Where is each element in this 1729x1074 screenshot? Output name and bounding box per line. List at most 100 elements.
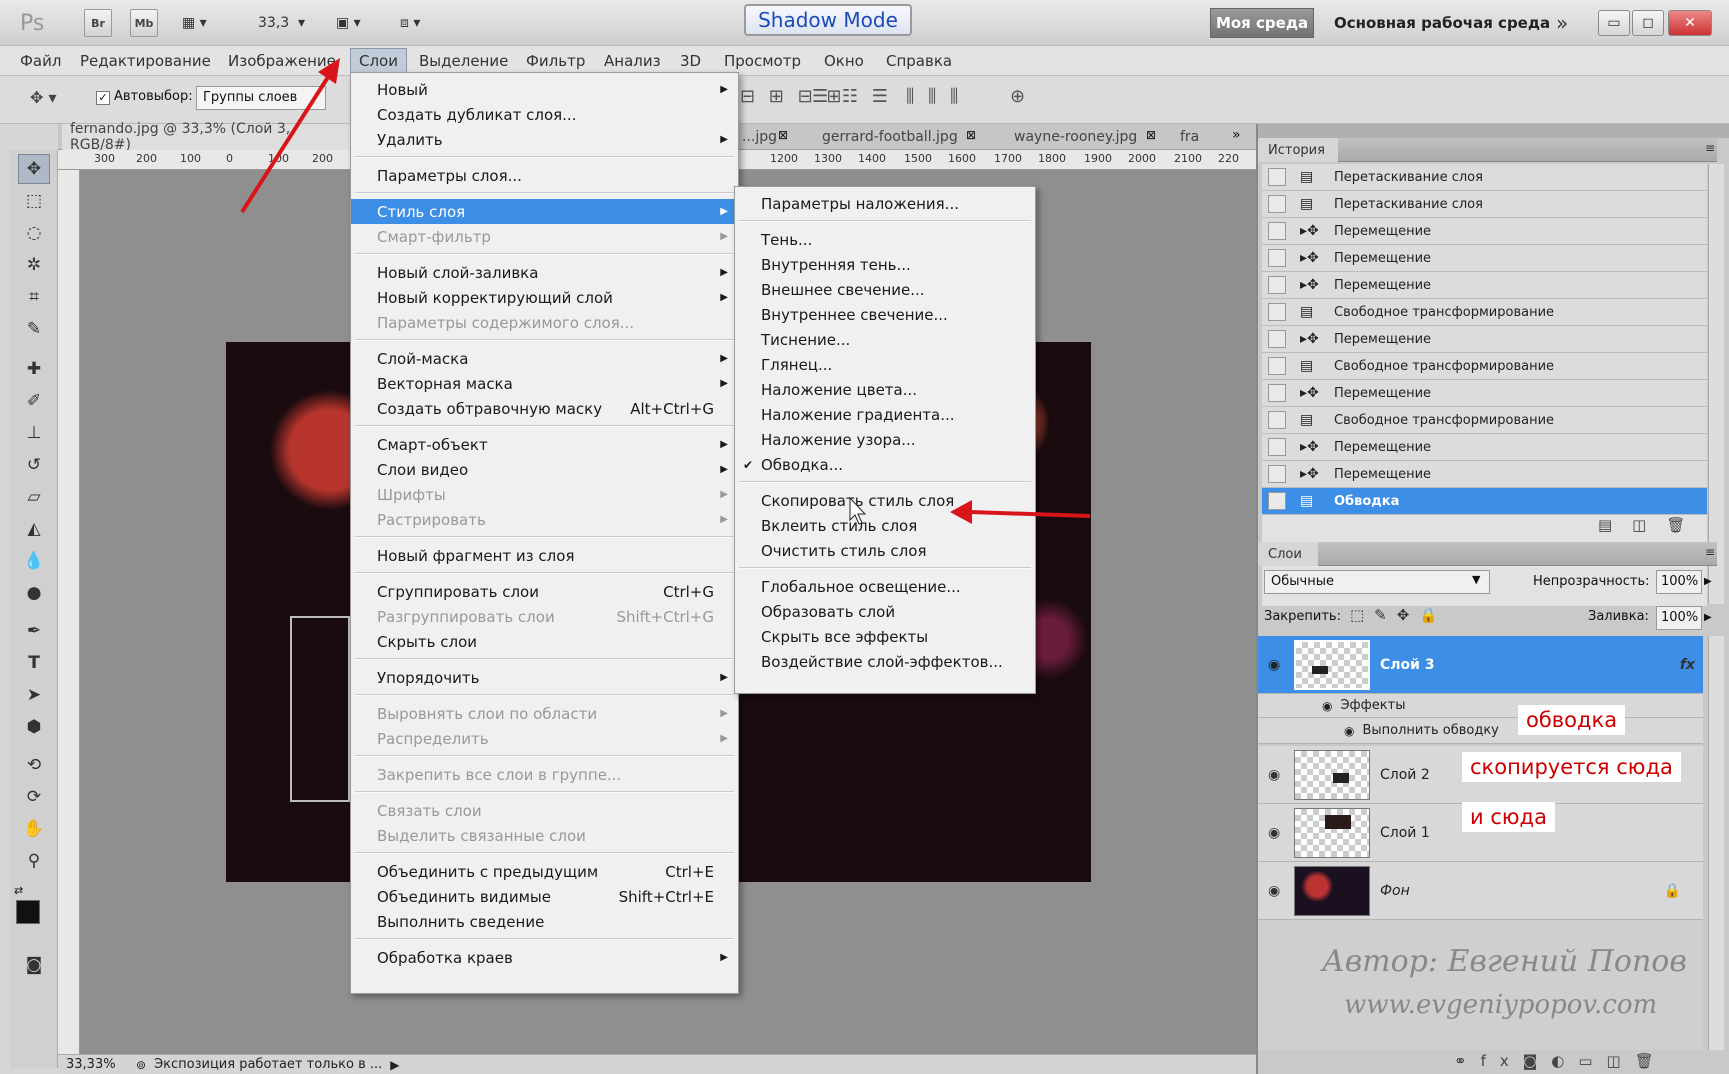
- menu-file[interactable]: Файл: [20, 46, 61, 76]
- style-menu-item[interactable]: Внутренняя тень...: [735, 252, 1035, 277]
- history-actions-icons[interactable]: ▤◫🗑: [1598, 516, 1705, 534]
- history-item[interactable]: ▤ Свободное трансформирование: [1262, 353, 1707, 380]
- paint-bucket-icon[interactable]: ◭: [18, 514, 50, 544]
- distribute-horizontal-icons[interactable]: ⫼ ⫼ ⫼: [906, 86, 962, 107]
- layers-footer-icons[interactable]: ⚭fx◙◐▭◫🗑: [1454, 1052, 1668, 1070]
- layer-menu-item[interactable]: Слой-маска ▶: [351, 346, 738, 371]
- layer-menu-item[interactable]: Объединить с предыдущим Ctrl+E: [351, 859, 738, 884]
- history-item[interactable]: ▤ Перетаскивание слоя: [1262, 164, 1707, 191]
- stamp-tool-icon[interactable]: ⊥: [18, 418, 50, 448]
- swap-colors-icon[interactable]: ⇄: [14, 884, 23, 897]
- tab-fernando[interactable]: fernando.jpg @ 33,3% (Слой 3, RGB/8#): [62, 121, 352, 153]
- workspace-more-icon[interactable]: »: [1556, 9, 1568, 37]
- eye-icon[interactable]: ◉: [1344, 724, 1354, 738]
- opacity-field[interactable]: 100%: [1656, 570, 1702, 594]
- layer-menu-item[interactable]: Объединить видимые Shift+Ctrl+E: [351, 884, 738, 909]
- move-tool-preset-icon[interactable]: ✥ ▾: [30, 88, 57, 107]
- history-snapshot-box[interactable]: [1268, 492, 1286, 510]
- history-item[interactable]: ▤ Свободное трансформирование: [1262, 299, 1707, 326]
- auto-align-icon[interactable]: ⊕: [1010, 86, 1025, 107]
- history-item[interactable]: ▸✥ Перемещение: [1262, 434, 1707, 461]
- history-snapshot-box[interactable]: [1268, 222, 1286, 240]
- zoom-dropdown-icon[interactable]: ▾: [298, 9, 305, 37]
- style-menu-item[interactable]: Воздействие слой-эффектов...: [735, 649, 1035, 674]
- layer-menu-item[interactable]: Создать дубликат слоя...: [351, 102, 738, 127]
- style-menu-item[interactable]: Скопировать стиль слоя: [735, 488, 1035, 513]
- dodge-tool-icon[interactable]: ●: [18, 578, 50, 608]
- style-menu-item[interactable]: Образовать слой: [735, 599, 1035, 624]
- style-menu-item[interactable]: Наложение градиента...: [735, 402, 1035, 427]
- history-snapshot-box[interactable]: [1268, 438, 1286, 456]
- history-item[interactable]: ▤ Обводка: [1262, 488, 1707, 515]
- fx-icon[interactable]: fx: [1680, 657, 1695, 673]
- fill-field[interactable]: 100%: [1656, 606, 1702, 630]
- layer-row-background[interactable]: ◉ Фон 🔒: [1258, 862, 1703, 920]
- menu-layers[interactable]: Слои: [350, 48, 407, 74]
- tab-close-icon[interactable]: ⊠: [778, 128, 788, 142]
- style-menu-item[interactable]: Глянец...: [735, 352, 1035, 377]
- history-brush-icon[interactable]: ↺: [18, 450, 50, 480]
- marquee-tool-icon[interactable]: ⬚: [18, 186, 50, 216]
- style-menu-item[interactable]: Параметры наложения...: [735, 191, 1035, 216]
- history-snapshot-box[interactable]: [1268, 384, 1286, 402]
- workspace-essentials-button[interactable]: Основная рабочая среда: [1334, 8, 1550, 38]
- layer-row-3[interactable]: ◉ Слой 3 fx: [1258, 636, 1703, 694]
- layer-menu-item[interactable]: Параметры слоя...: [351, 163, 738, 188]
- layer-menu-item[interactable]: Смарт-объект ▶: [351, 432, 738, 457]
- history-snapshot-box[interactable]: [1268, 168, 1286, 186]
- screen-mode-icon[interactable]: ⧈ ▾: [400, 9, 420, 37]
- style-menu-item[interactable]: Наложение узора...: [735, 427, 1035, 452]
- distribute-icons[interactable]: ☰ ☷ ☰: [812, 86, 892, 107]
- layer-menu-item[interactable]: Выполнить сведение: [351, 909, 738, 934]
- shape-tool-icon[interactable]: ⬢: [18, 712, 50, 742]
- panel-menu-icon[interactable]: ≡: [1705, 545, 1715, 559]
- history-scrollbar[interactable]: [1708, 164, 1724, 604]
- foreground-color-swatch[interactable]: [16, 900, 40, 924]
- eraser-tool-icon[interactable]: ▱: [18, 482, 50, 512]
- history-item[interactable]: ▸✥ Перемещение: [1262, 461, 1707, 488]
- layer-menu-item[interactable]: Обработка краев ▶: [351, 945, 738, 970]
- view-extras-icon[interactable]: ▦ ▾: [182, 9, 207, 37]
- history-snapshot-box[interactable]: [1268, 411, 1286, 429]
- pen-tool-icon[interactable]: ✒: [18, 616, 50, 646]
- layer-menu-item[interactable]: Скрыть слои: [351, 629, 738, 654]
- layer-menu-item[interactable]: Новый фрагмент из слоя: [351, 543, 738, 568]
- style-menu-item[interactable]: Скрыть все эффекты: [735, 624, 1035, 649]
- layer-menu-item[interactable]: Удалить ▶: [351, 127, 738, 152]
- close-icon[interactable]: ✕: [1668, 10, 1712, 36]
- style-menu-item[interactable]: Наложение цвета...: [735, 377, 1035, 402]
- layers-scrollbar[interactable]: [1708, 636, 1724, 1050]
- eye-icon[interactable]: ◉: [1268, 767, 1280, 783]
- tab-layers[interactable]: Слои: [1258, 542, 1318, 566]
- layer-menu-item[interactable]: Создать обтравочную маску Alt+Ctrl+G: [351, 396, 738, 421]
- lasso-tool-icon[interactable]: ◌: [18, 218, 50, 248]
- layer-menu-item[interactable]: Новый ▶: [351, 77, 738, 102]
- history-snapshot-box[interactable]: [1268, 276, 1286, 294]
- move-tool-icon[interactable]: ✥: [18, 154, 50, 184]
- tabs-overflow-icon[interactable]: »: [1232, 127, 1241, 143]
- blend-mode-select[interactable]: Обычные: [1264, 570, 1490, 594]
- eye-icon[interactable]: ◉: [1268, 883, 1280, 899]
- style-menu-item[interactable]: Внешнее свечение...: [735, 277, 1035, 302]
- opacity-slider-icon[interactable]: ▶: [1704, 570, 1718, 594]
- layer-menu-item[interactable]: Слои видео ▶: [351, 457, 738, 482]
- path-selection-icon[interactable]: ➤: [18, 680, 50, 710]
- 3d-orbit-icon[interactable]: ⟳: [18, 782, 50, 812]
- lock-icons[interactable]: ⬚✎✥🔒: [1350, 606, 1448, 624]
- menu-window[interactable]: Окно: [824, 46, 864, 76]
- type-tool-icon[interactable]: T: [18, 648, 50, 678]
- history-item[interactable]: ▸✥ Перемещение: [1262, 218, 1707, 245]
- style-menu-item[interactable]: ✔ Обводка...: [735, 452, 1035, 477]
- mini-bridge-button[interactable]: Mb: [130, 9, 158, 37]
- style-menu-item[interactable]: Очистить стиль слоя: [735, 538, 1035, 563]
- magic-wand-icon[interactable]: ✲: [18, 250, 50, 280]
- eyedropper-icon[interactable]: ✎: [18, 314, 50, 344]
- zoom-level[interactable]: 33,3: [258, 9, 289, 37]
- history-snapshot-box[interactable]: [1268, 195, 1286, 213]
- menu-image[interactable]: Изображение: [228, 46, 336, 76]
- panel-menu-icon[interactable]: ≡: [1705, 141, 1715, 155]
- arrange-documents-icon[interactable]: ▣ ▾: [336, 9, 361, 37]
- status-menu-icon[interactable]: ▶: [390, 1058, 399, 1072]
- autoselect-checkbox[interactable]: ✓: [96, 91, 110, 105]
- brush-tool-icon[interactable]: ✐: [18, 386, 50, 416]
